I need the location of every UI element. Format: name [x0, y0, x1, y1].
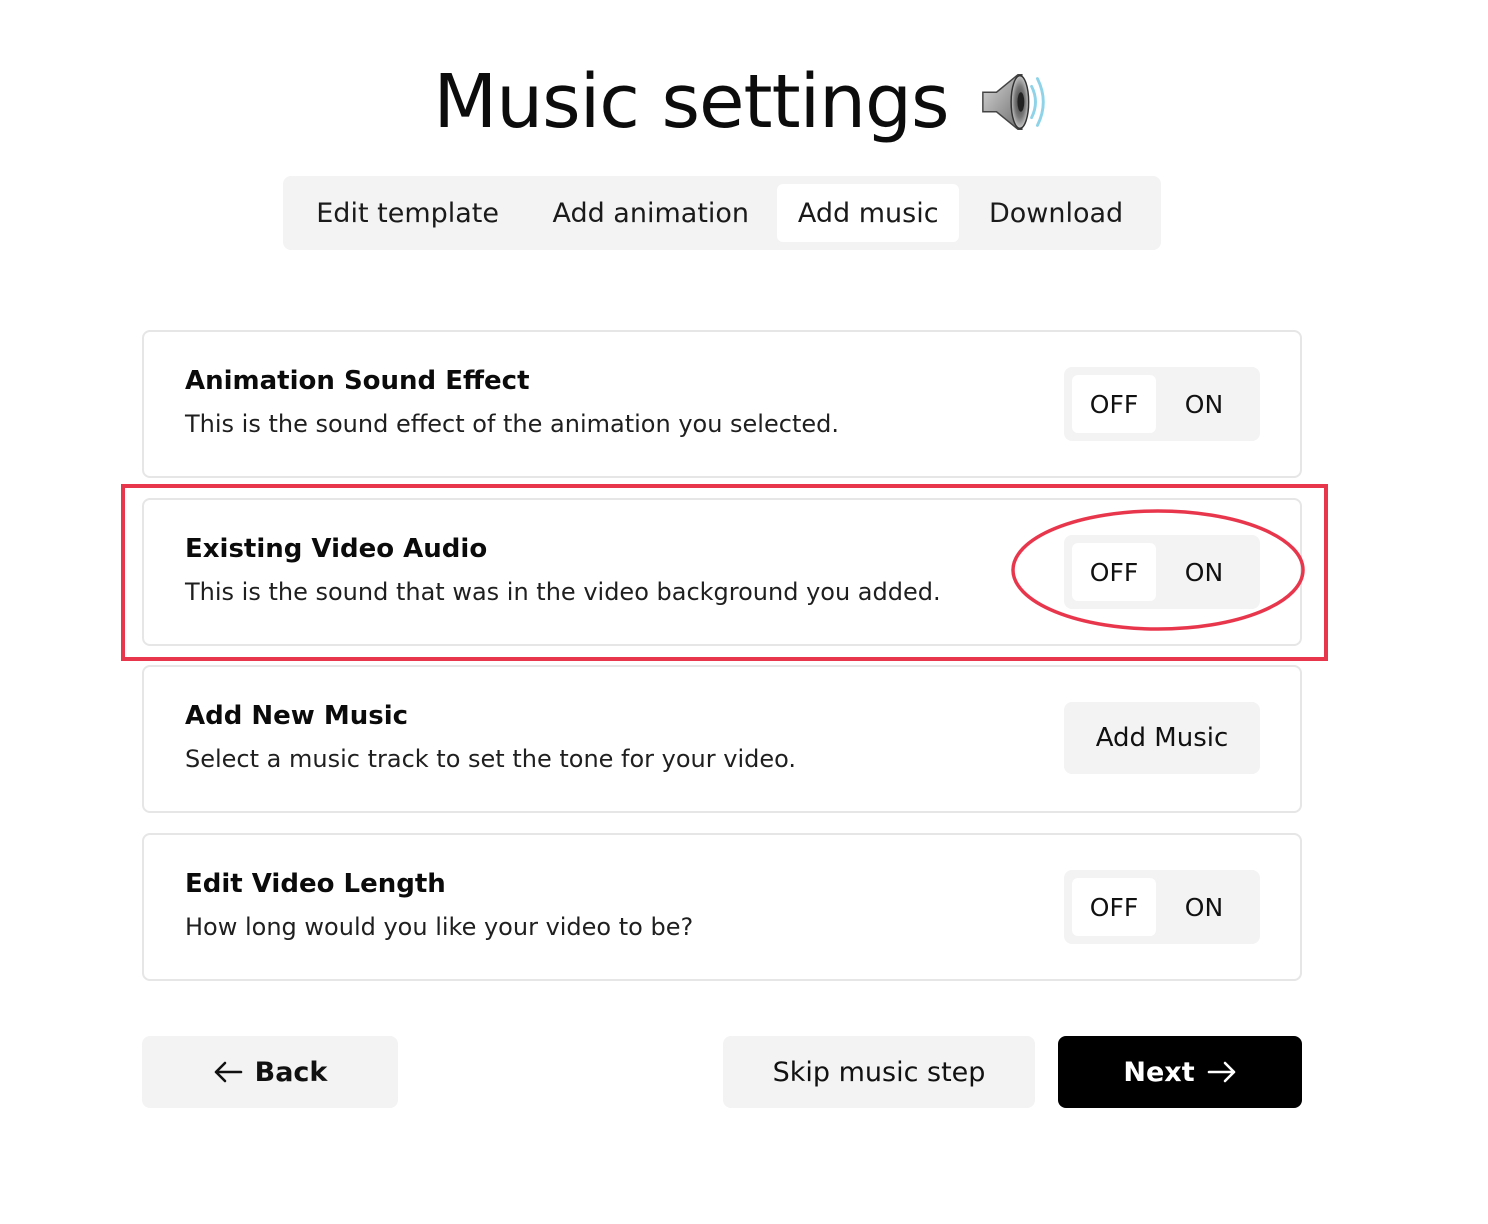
- setting-title: Add New Music: [185, 701, 409, 731]
- toggle-off-option[interactable]: OFF: [1072, 878, 1156, 936]
- setting-card-animation-sound-effect: Animation Sound Effect This is the sound…: [142, 330, 1302, 478]
- setting-description: This is the sound that was in the video …: [185, 578, 941, 606]
- setting-description: This is the sound effect of the animatio…: [185, 410, 839, 438]
- arrow-left-icon: [214, 1061, 242, 1083]
- setting-title: Existing Video Audio: [185, 534, 488, 564]
- title-row: Music settings: [0, 52, 1488, 152]
- next-button[interactable]: Next: [1058, 1036, 1302, 1108]
- arrow-right-icon: [1207, 1061, 1235, 1083]
- next-button-label: Next: [1123, 1056, 1195, 1088]
- add-music-button[interactable]: Add Music: [1064, 702, 1260, 774]
- toggle-on-option[interactable]: ON: [1156, 375, 1252, 433]
- back-button-label: Back: [254, 1056, 328, 1088]
- tab-download[interactable]: Download: [959, 184, 1153, 242]
- music-settings-page: Music settings Edit template Add animati…: [0, 0, 1488, 1224]
- setting-card-existing-video-audio: Existing Video Audio This is the sound t…: [142, 498, 1302, 646]
- page-title: Music settings: [433, 59, 949, 145]
- video-length-toggle: OFF ON: [1064, 870, 1260, 944]
- setting-title: Animation Sound Effect: [185, 366, 530, 396]
- setting-description: Select a music track to set the tone for…: [185, 745, 797, 773]
- toggle-off-option[interactable]: OFF: [1072, 375, 1156, 433]
- back-button[interactable]: Back: [142, 1036, 398, 1108]
- existing-audio-toggle: OFF ON: [1064, 535, 1260, 609]
- setting-description: How long would you like your video to be…: [185, 913, 694, 941]
- tab-add-animation[interactable]: Add animation: [524, 184, 777, 242]
- setting-card-edit-video-length: Edit Video Length How long would you lik…: [142, 833, 1302, 981]
- tab-add-music[interactable]: Add music: [777, 184, 960, 242]
- setting-title: Edit Video Length: [185, 869, 446, 899]
- setting-card-add-new-music: Add New Music Select a music track to se…: [142, 665, 1302, 813]
- step-tabs: Edit template Add animation Add music Do…: [283, 176, 1161, 250]
- toggle-off-option[interactable]: OFF: [1072, 543, 1156, 601]
- skip-music-step-button[interactable]: Skip music step: [723, 1036, 1035, 1108]
- animation-sound-toggle: OFF ON: [1064, 367, 1260, 441]
- tab-edit-template[interactable]: Edit template: [291, 184, 524, 242]
- toggle-on-option[interactable]: ON: [1156, 543, 1252, 601]
- toggle-on-option[interactable]: ON: [1156, 878, 1252, 936]
- speaker-icon: [981, 73, 1045, 131]
